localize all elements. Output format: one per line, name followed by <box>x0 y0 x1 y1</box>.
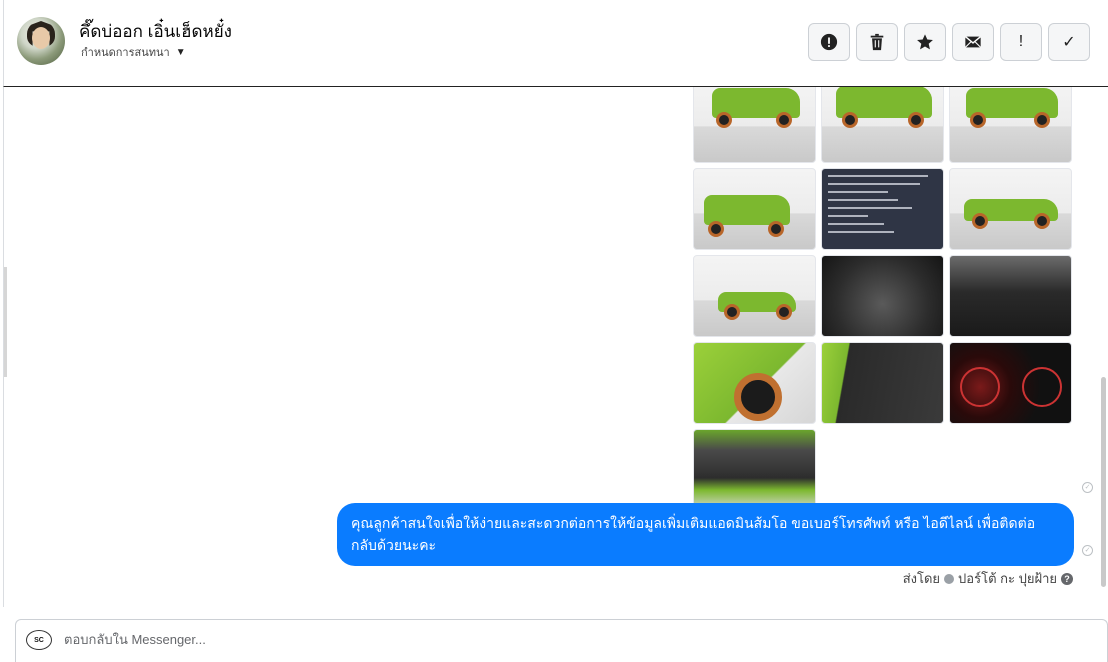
thread-scrollbar[interactable] <box>1101 377 1106 587</box>
verified-icon <box>944 573 955 584</box>
conversation-header: คึ๊ดบ่ออก เอิ๋นเฮ็ดหยั๋ง กำหนดการสนทนา ▼… <box>3 0 1108 87</box>
mark-done-button[interactable]: ✓ <box>1048 23 1090 61</box>
mark-spam-button[interactable] <box>808 23 850 61</box>
trash-icon <box>870 33 884 51</box>
help-icon[interactable]: ? <box>1061 572 1073 585</box>
photo-thumbnail[interactable] <box>821 255 944 337</box>
assign-label: กำหนดการสนทนา <box>81 47 170 59</box>
photo-thumbnail[interactable] <box>693 168 816 250</box>
assign-conversation-dropdown[interactable]: กำหนดการสนทนา ▼ <box>81 43 186 61</box>
photo-thumbnail[interactable] <box>693 255 816 337</box>
contact-avatar[interactable] <box>17 17 65 65</box>
reply-composer: SC <box>15 619 1108 662</box>
sent-by-info: ส่งโดย ปอร์โต้ กะ ปุยฝ้าย ? <box>903 568 1073 589</box>
photo-thumbnail[interactable] <box>693 429 816 511</box>
photo-thumbnail[interactable] <box>693 342 816 424</box>
reply-input[interactable] <box>64 632 964 647</box>
conversation-actions: ! ✓ <box>808 23 1090 61</box>
contact-name[interactable]: คึ๊ดบ่ออก เอิ๋นเฮ็ดหยั๋ง <box>79 18 232 45</box>
star-icon <box>917 34 933 50</box>
photo-thumbnail[interactable] <box>949 168 1072 250</box>
photo-thumbnail[interactable] <box>821 168 944 250</box>
mark-unread-button[interactable] <box>952 23 994 61</box>
seen-indicator-icon: ✓ <box>1082 545 1093 556</box>
follow-up-button[interactable]: ! <box>1000 23 1042 61</box>
sender-name[interactable]: ปอร์โต้ กะ ปุยฝ้าย <box>958 568 1057 589</box>
photo-thumbnail[interactable] <box>949 87 1072 163</box>
message-thread[interactable]: ✓ คุณลูกค้าสนใจเพื่อให้ง่ายและสะดวกต่อกา… <box>3 87 1108 607</box>
message-bubble[interactable]: คุณลูกค้าสนใจเพื่อให้ง่ายและสะดวกต่อการใ… <box>337 503 1074 566</box>
message-text: คุณลูกค้าสนใจเพื่อให้ง่ายและสะดวกต่อการใ… <box>351 515 1036 553</box>
envelope-icon <box>964 36 982 48</box>
delete-button[interactable] <box>856 23 898 61</box>
photo-thumbnail[interactable] <box>821 342 944 424</box>
check-icon: ✓ <box>1062 34 1076 51</box>
photo-thumbnail[interactable] <box>949 255 1072 337</box>
alert-circle-icon <box>820 33 838 51</box>
avatar-face <box>32 27 50 49</box>
photo-grid <box>693 87 1072 511</box>
seen-indicator-icon: ✓ <box>1082 482 1093 493</box>
caret-down-icon: ▼ <box>175 46 186 58</box>
photo-thumbnail[interactable] <box>949 342 1072 424</box>
left-scrollbar[interactable] <box>4 267 7 377</box>
page-avatar: SC <box>26 630 52 650</box>
photo-thumbnail[interactable] <box>821 87 944 163</box>
star-button[interactable] <box>904 23 946 61</box>
exclamation-icon: ! <box>1018 33 1024 50</box>
photo-thumbnail[interactable] <box>693 87 816 163</box>
sent-by-label: ส่งโดย <box>902 571 941 586</box>
